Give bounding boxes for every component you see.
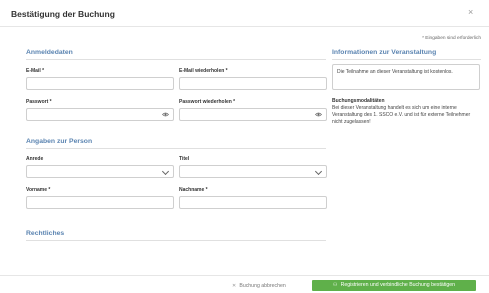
confirm-booking-button[interactable]: ⚇ Registrieren und verbindliche Buchung b…: [312, 280, 476, 291]
modalities-title: Buchungsmodalitäten: [332, 98, 385, 104]
eye-icon[interactable]: [315, 112, 322, 117]
required-note: * Eingaben sind erforderlich: [422, 36, 481, 41]
titel-select[interactable]: [179, 165, 327, 178]
section-divider: [26, 148, 326, 149]
vorname-field[interactable]: [26, 196, 174, 209]
section-divider: [26, 59, 326, 60]
password-repeat-field[interactable]: [179, 108, 327, 121]
section-divider: [332, 59, 481, 60]
password-field[interactable]: [26, 108, 174, 121]
password-label: Passwort *: [26, 99, 52, 105]
section-title-person: Angaben zur Person: [26, 138, 93, 145]
email-repeat-label: E-Mail wiederholen *: [179, 68, 228, 74]
user-plus-icon: ⚇: [332, 282, 338, 288]
titel-label: Titel: [179, 156, 190, 162]
header-divider: [0, 26, 489, 27]
email-repeat-field[interactable]: [179, 77, 327, 90]
anrede-label: Anrede: [26, 156, 44, 162]
close-icon: ✕: [232, 283, 237, 289]
section-divider: [26, 240, 326, 241]
eye-icon[interactable]: [162, 112, 169, 117]
vorname-label: Vorname *: [26, 187, 51, 193]
cancel-button[interactable]: ✕ Buchung abbrechen: [232, 283, 286, 289]
nachname-label: Nachname *: [179, 187, 208, 193]
modalities-text: Bei dieser Veranstaltung handelt es sich…: [332, 105, 471, 125]
section-title-anmeldedaten: Anmeldedaten: [26, 49, 73, 56]
section-title-rechtliches: Rechtliches: [26, 230, 65, 237]
confirm-label: Registrieren und verbindliche Buchung be…: [340, 282, 456, 288]
footer-divider: [0, 275, 489, 276]
anrede-select[interactable]: [26, 165, 174, 178]
section-title-info: Informationen zur Veranstaltung: [332, 49, 437, 56]
info-box-text: Die Teilnahme an dieser Veranstaltung is…: [337, 69, 453, 75]
password-repeat-label: Passwort wiederholen *: [179, 99, 236, 105]
nachname-field[interactable]: [179, 196, 327, 209]
info-box: [332, 64, 480, 90]
email-field[interactable]: [26, 77, 174, 90]
close-icon[interactable]: ×: [468, 8, 473, 17]
email-label: E-Mail *: [26, 68, 45, 74]
dialog-title: Bestätigung der Buchung: [11, 9, 115, 19]
cancel-label: Buchung abbrechen: [239, 283, 286, 289]
